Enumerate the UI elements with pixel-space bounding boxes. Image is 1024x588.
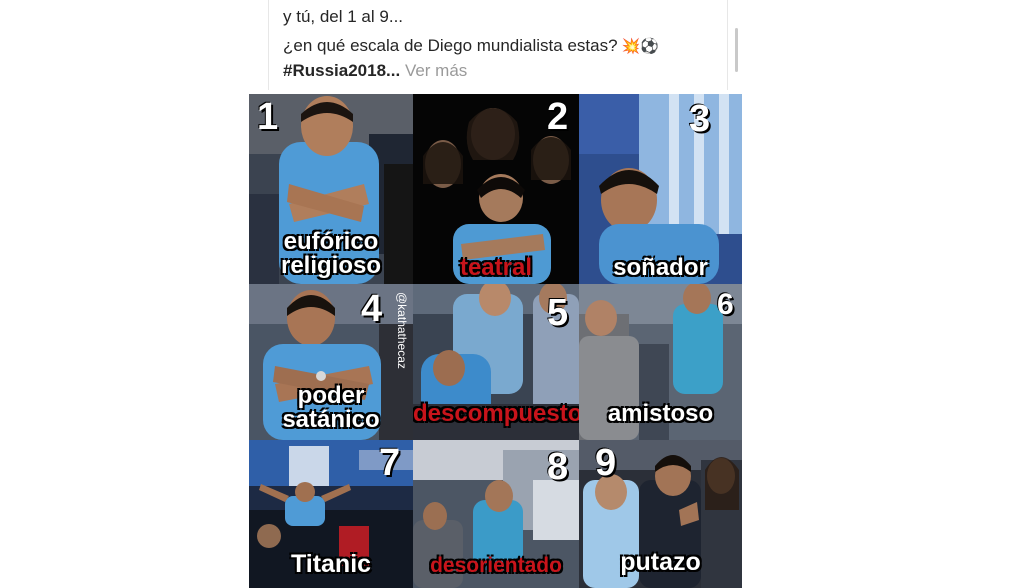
caption-line-2: ¿en qué escala de Diego mundialista esta… xyxy=(283,36,659,56)
meme-image-grid: 1 eufórico religioso 2 teatral 3 soñador… xyxy=(249,94,742,588)
meme-tile-5: 5 descompuesto xyxy=(413,284,579,440)
tile-label: soñador xyxy=(579,256,742,280)
meme-tile-6: 6 amistoso xyxy=(579,284,742,440)
tile-label-line: poder xyxy=(297,382,365,409)
tile-number: 5 xyxy=(547,292,569,334)
tile-number: 3 xyxy=(689,98,711,140)
tile-label-line: soñador xyxy=(613,254,708,281)
tile-number: 6 xyxy=(717,288,734,321)
tile-label-line: amistoso xyxy=(607,400,714,427)
tile-label-line: satánico xyxy=(282,406,380,433)
post-caption: y tú, del 1 al 9... ¿en qué escala de Di… xyxy=(268,0,728,90)
scrollbar-thumb[interactable] xyxy=(735,28,738,72)
meme-tile-4: 4 @kathathecaz poder satánico xyxy=(249,284,413,440)
tile-label: descompuesto xyxy=(413,402,579,426)
caption-question: ¿en qué escala de Diego mundialista esta… xyxy=(283,36,618,55)
photo-credit-handle: @kathathecaz xyxy=(395,292,409,369)
tile-number: 2 xyxy=(547,96,569,138)
tile-label: putazo xyxy=(579,548,742,576)
tile-label-line: descompuesto xyxy=(413,400,579,427)
caption-line-3: #Russia2018... Ver más xyxy=(283,61,467,81)
tile-label-line: teatral xyxy=(459,254,533,281)
meme-tile-9: 9 putazo xyxy=(579,440,742,588)
tile-label: eufórico religioso xyxy=(249,230,413,278)
collision-football-emoji: 💥⚽ xyxy=(621,38,659,55)
tile-label: Titanic xyxy=(249,550,413,578)
tile-label: desorientado xyxy=(413,554,579,578)
caption-line-1: y tú, del 1 al 9... xyxy=(283,7,404,26)
tile-number: 1 xyxy=(257,96,279,138)
tile-label: poder satánico xyxy=(249,384,413,432)
tile-label-line: Titanic xyxy=(290,550,372,578)
tile-label-line: desorientado xyxy=(430,554,562,577)
hashtag-link[interactable]: #Russia2018... xyxy=(283,61,400,80)
tile-label-line: eufórico xyxy=(283,228,379,255)
tile-number: 7 xyxy=(379,442,401,484)
meme-tile-1: 1 eufórico religioso xyxy=(249,94,413,284)
meme-tile-7: 7 Titanic xyxy=(249,440,413,588)
meme-tile-2: 2 teatral xyxy=(413,94,579,284)
meme-tile-8: 8 desorientado xyxy=(413,440,579,588)
tile-number: 4 xyxy=(361,288,383,330)
tile-label: teatral xyxy=(413,256,579,280)
tile-label-line: religioso xyxy=(280,252,382,279)
meme-tile-3: 3 soñador xyxy=(579,94,742,284)
see-more-link[interactable]: Ver más xyxy=(405,61,467,80)
tile-number: 8 xyxy=(547,446,569,488)
tile-label: amistoso xyxy=(579,402,742,426)
tile-number: 9 xyxy=(595,442,617,484)
tile-label-line: putazo xyxy=(620,548,701,576)
